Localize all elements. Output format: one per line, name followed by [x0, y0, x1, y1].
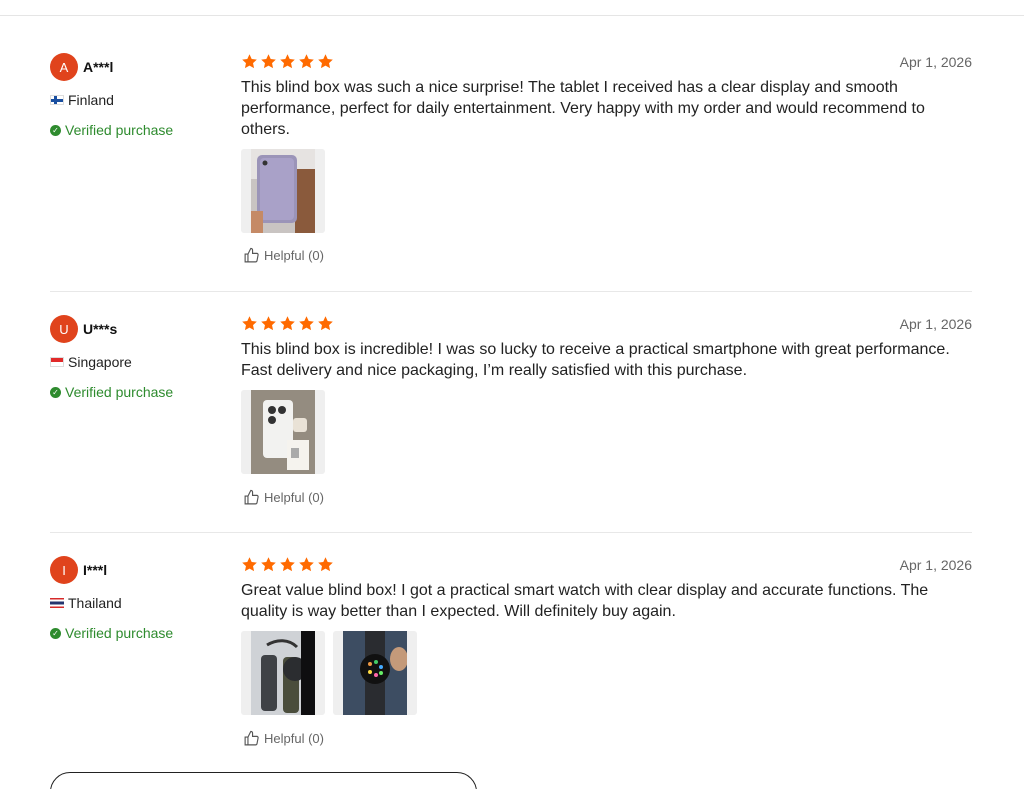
- country-label: Thailand: [68, 595, 122, 611]
- thumbs-up-icon: [244, 730, 259, 746]
- avatar-letter: A: [59, 59, 69, 75]
- thailand-flag-icon: [50, 598, 64, 608]
- verified-badge: ✓ Verified purchase: [50, 625, 173, 641]
- verified-label: Verified purchase: [65, 625, 174, 641]
- tablet-photo[interactable]: [241, 149, 325, 233]
- top-divider: [0, 15, 1024, 16]
- thumbs-up-icon: [244, 247, 259, 263]
- thumbs-up-icon: [244, 489, 259, 505]
- avatar-letter: U: [59, 321, 69, 337]
- verified-check-icon: ✓: [50, 627, 61, 639]
- verified-label: Verified purchase: [65, 384, 174, 400]
- smartwatch-image: [343, 631, 407, 715]
- tablet-image: [251, 149, 315, 233]
- view-more-button[interactable]: [50, 772, 477, 789]
- helpful-label: Helpful (0): [264, 490, 324, 505]
- reviewer-name: A***l: [83, 59, 114, 75]
- star-icon: [261, 316, 276, 331]
- star-icon: [318, 54, 333, 69]
- review-text: This blind box is incredible! I was so l…: [241, 341, 950, 379]
- verified-check-icon: ✓: [50, 386, 61, 398]
- review-photos: [241, 390, 325, 474]
- finland-flag-icon: [50, 95, 64, 105]
- avatar: A: [50, 53, 78, 81]
- review-item: A A***l Finland ✓ Verified purchase Apr …: [50, 50, 972, 270]
- reviewer-name: U***s: [83, 321, 118, 337]
- star-icon: [318, 316, 333, 331]
- verified-badge: ✓ Verified purchase: [50, 122, 173, 138]
- review-date: Apr 1, 2026: [899, 557, 972, 573]
- reviewer-country: Singapore: [50, 354, 132, 370]
- star-rating: [241, 315, 334, 332]
- star-rating: [241, 53, 334, 70]
- helpful-button[interactable]: Helpful (0): [243, 247, 324, 264]
- reviewer-name: I***l: [83, 562, 108, 578]
- star-icon: [299, 557, 314, 572]
- smartwatch-photo-2[interactable]: [333, 631, 417, 715]
- star-icon: [280, 54, 295, 69]
- star-icon: [242, 557, 257, 572]
- review-item: U U***s Singapore ✓ Verified purchase Ap…: [50, 312, 972, 512]
- review-divider: [50, 291, 972, 292]
- verified-check-icon: ✓: [50, 124, 61, 136]
- reviewer-country: Thailand: [50, 595, 122, 611]
- star-icon: [299, 54, 314, 69]
- star-icon: [318, 557, 333, 572]
- verified-label: Verified purchase: [65, 122, 174, 138]
- review-date: Apr 1, 2026: [899, 316, 972, 332]
- helpful-label: Helpful (0): [264, 248, 324, 263]
- review-text: Great value blind box! I got a practical…: [241, 582, 929, 620]
- review-photos: [241, 149, 325, 233]
- helpful-button[interactable]: Helpful (0): [243, 730, 324, 747]
- helpful-button[interactable]: Helpful (0): [243, 489, 324, 506]
- verified-badge: ✓ Verified purchase: [50, 384, 173, 400]
- star-icon: [280, 316, 295, 331]
- avatar: U: [50, 315, 78, 343]
- avatar: I: [50, 556, 78, 584]
- star-icon: [242, 54, 257, 69]
- smartphone-image: [251, 390, 315, 474]
- country-label: Finland: [68, 92, 114, 108]
- review-text: This blind box was such a nice surprise!…: [241, 79, 925, 138]
- star-icon: [261, 557, 276, 572]
- star-icon: [280, 557, 295, 572]
- country-label: Singapore: [68, 354, 132, 370]
- smartwatch-image: [251, 631, 315, 715]
- singapore-flag-icon: [50, 357, 64, 367]
- star-icon: [261, 54, 276, 69]
- review-item: I I***l Thailand ✓ Verified purchase Apr…: [50, 553, 972, 753]
- smartphone-photo[interactable]: [241, 390, 325, 474]
- reviewer-country: Finland: [50, 92, 114, 108]
- review-date: Apr 1, 2026: [899, 54, 972, 70]
- star-rating: [241, 556, 334, 573]
- helpful-label: Helpful (0): [264, 731, 324, 746]
- review-divider: [50, 532, 972, 533]
- smartwatch-photo-1[interactable]: [241, 631, 325, 715]
- star-icon: [242, 316, 257, 331]
- review-photos: [241, 631, 417, 715]
- avatar-letter: I: [62, 562, 66, 578]
- star-icon: [299, 316, 314, 331]
